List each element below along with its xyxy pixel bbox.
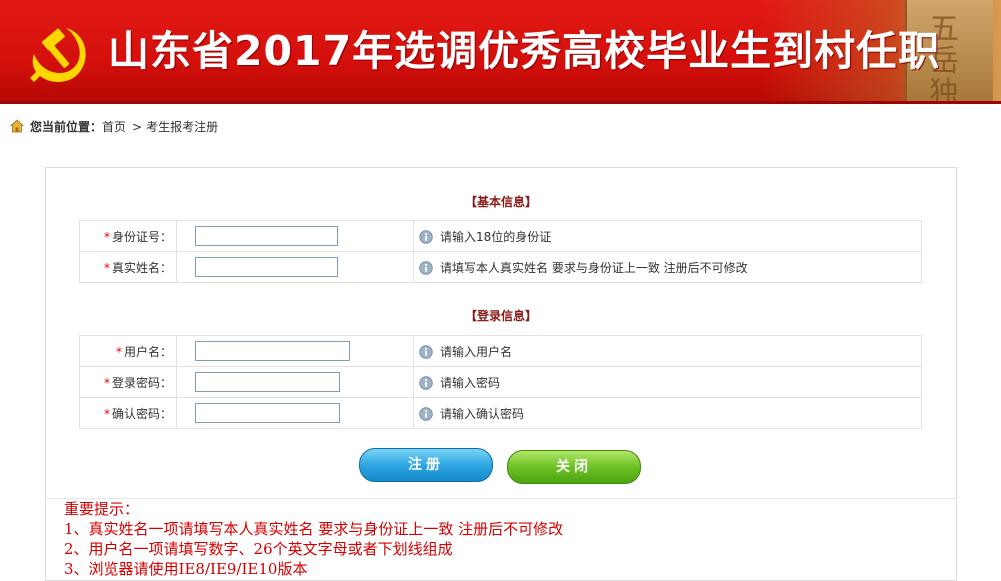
password-label: 登录密码： [111,375,172,390]
username-label: 用户名： [123,344,172,359]
breadcrumb: 您当前位置：首页 > 考生报考注册 [10,118,218,136]
breadcrumb-label: 您当前位置： [30,120,103,134]
breadcrumb-current: 考生报考注册 [146,120,219,134]
password-hint: 请输入密码 [440,375,501,390]
login-info-table: * 用户名： 请输入用户名 * 登录密码： 请输入密码 * 确认密码： 请输入确认密码 [79,335,922,429]
register-button[interactable]: 注册 [359,448,493,482]
field-hint-cell: 请输入18位的身份证 [413,220,922,252]
field-label-cell: * 确认密码： [79,397,177,429]
field-label-cell: * 登录密码： [79,366,177,398]
required-mark: * [103,229,110,244]
field-hint-cell: 请填写本人真实姓名 要求与身份证上一致 注册后不可修改 [413,251,922,283]
field-hint-cell: 请输入确认密码 [413,397,922,429]
notice-item: 3、浏览器请使用IE8/IE9/IE10版本 [64,560,308,578]
required-mark: * [103,375,110,390]
id-number-label: 身份证号： [111,229,172,244]
registration-panel: 【基本信息】 * 身份证号： 请输入18位的身份证 * 真实姓名： 请填写本人真实姓… [45,167,957,581]
login-info-title: 【登录信息】 [464,309,537,323]
required-mark: * [103,260,110,275]
real-name-hint: 请填写本人真实姓名 要求与身份证上一致 注册后不可修改 [440,260,748,275]
password-input[interactable] [195,372,340,392]
basic-info-title: 【基本信息】 [464,195,537,209]
id-number-input[interactable] [195,226,338,246]
info-icon [419,375,433,390]
confirm-password-hint: 请输入确认密码 [440,406,525,421]
notice-title: 重要提示： [64,500,140,518]
breadcrumb-home-link[interactable]: 首页 [102,120,126,134]
form-row-username: * 用户名： 请输入用户名 [79,335,922,367]
real-name-input[interactable] [195,257,338,277]
field-label-cell: * 用户名： [79,335,177,367]
username-input[interactable] [195,341,350,361]
required-mark: * [103,406,110,421]
info-icon [419,229,433,244]
page-banner-title: 山东省2017年选调优秀高校毕业生到村任职 [108,27,941,75]
required-mark: * [115,344,122,359]
id-number-hint: 请输入18位的身份证 [440,229,552,244]
field-input-cell [176,251,414,283]
important-notice: 重要提示： 1、真实姓名一项请填写本人真实姓名 要求与身份证上一致 注册后不可修… [64,499,944,579]
party-emblem-icon [30,28,86,82]
info-icon [419,344,433,359]
banner-divider [0,101,1001,104]
form-row-confirm-password: * 确认密码： 请输入确认密码 [79,397,922,429]
notice-item: 1、真实姓名一项请填写本人真实姓名 要求与身份证上一致 注册后不可修改 [64,520,564,538]
confirm-password-input[interactable] [195,403,340,423]
field-hint-cell: 请输入密码 [413,366,922,398]
close-button[interactable]: 关闭 [507,450,641,484]
field-input-cell [176,397,414,429]
field-input-cell [176,335,414,367]
field-label-cell: * 身份证号： [79,220,177,252]
notice-item: 2、用户名一项请填写数字、26个英文字母或者下划线组成 [64,540,453,558]
form-row-id-number: * 身份证号： 请输入18位的身份证 [79,220,922,252]
form-row-real-name: * 真实姓名： 请填写本人真实姓名 要求与身份证上一致 注册后不可修改 [79,251,922,283]
confirm-password-label: 确认密码： [111,406,172,421]
field-hint-cell: 请输入用户名 [413,335,922,367]
home-icon [10,119,24,133]
field-label-cell: * 真实姓名： [79,251,177,283]
info-icon [419,406,433,421]
field-input-cell [176,366,414,398]
form-row-password: * 登录密码： 请输入密码 [79,366,922,398]
username-hint: 请输入用户名 [440,344,513,359]
basic-info-table: * 身份证号： 请输入18位的身份证 * 真实姓名： 请填写本人真实姓名 要求与身份… [79,220,922,283]
real-name-label: 真实姓名： [111,260,172,275]
field-input-cell [176,220,414,252]
breadcrumb-separator: > [132,120,143,134]
header-banner: 五 岳 独 山东省2017年选调优秀高校毕业生到村任职 [0,0,1001,104]
info-icon [419,260,433,275]
